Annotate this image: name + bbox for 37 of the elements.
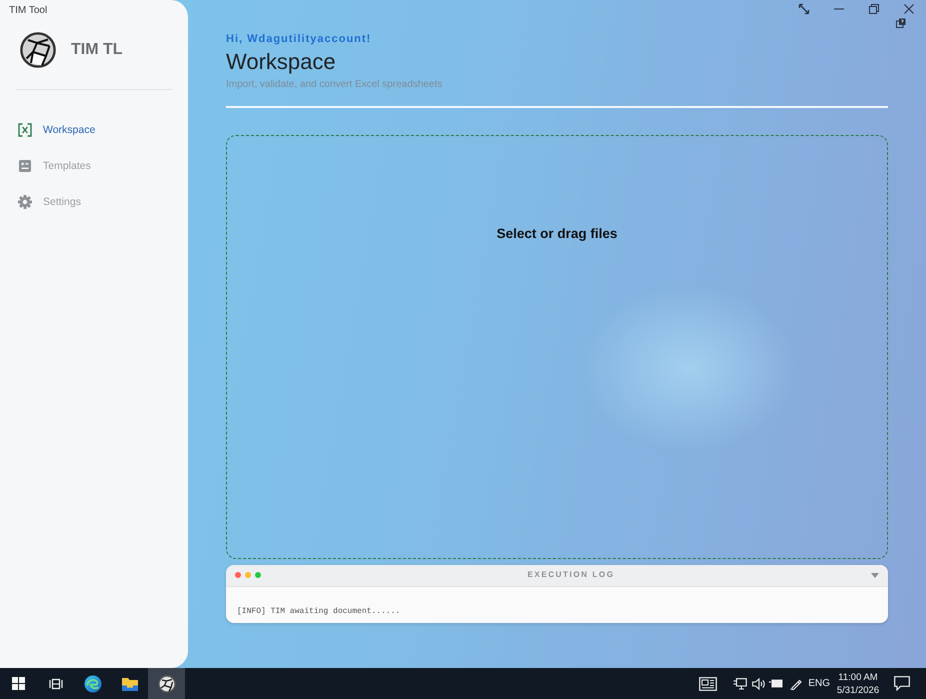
stacked-windows-icon[interactable]: [896, 18, 906, 28]
bracketed-x-icon: [18, 123, 32, 137]
clock-date[interactable]: 5/31/2026: [836, 684, 880, 696]
browser-icon: [84, 674, 102, 692]
window-dot-icon: [235, 572, 241, 578]
sphere-logo-icon: [158, 674, 176, 692]
folder-icon: [120, 676, 138, 692]
sphere-logo-icon: [20, 32, 56, 68]
app-name: TIM TL: [71, 41, 123, 59]
close-icon[interactable]: [904, 4, 914, 14]
window-dot-icon: [255, 572, 261, 578]
page-subtitle: Import, validate, and convert Excel spreadsheets: [226, 78, 442, 91]
minimize-icon[interactable]: [834, 8, 844, 10]
caret-icon[interactable]: [871, 572, 879, 578]
network-monitor-icon[interactable]: [733, 678, 748, 690]
window-dot-icon: [245, 572, 251, 578]
settings-icon: [18, 195, 32, 209]
resize-arrow-icon[interactable]: [798, 3, 810, 15]
log-title: EXECUTION LOG: [527, 570, 615, 580]
greeting-text: Hi, Wdagutilityaccount!: [226, 33, 372, 45]
start-icon: [12, 677, 25, 690]
clock-time[interactable]: 11:00 AM: [838, 670, 878, 684]
page-title: Workspace: [226, 49, 336, 75]
window-title: TIM Tool: [9, 5, 48, 17]
task-view-icon: [48, 678, 62, 690]
log-line: [INFO] TIM awaiting document......: [237, 606, 400, 616]
speaker-icon[interactable]: [752, 678, 766, 690]
restore-icon[interactable]: [868, 4, 878, 14]
pen-icon[interactable]: [790, 678, 802, 690]
file-drop-zone[interactable]: Select or drag files: [226, 134, 888, 558]
nav-item[interactable]: Workspace: [18, 118, 96, 142]
language-indicator[interactable]: ENG: [808, 678, 830, 689]
news-icon[interactable]: [699, 676, 718, 690]
notification-icon[interactable]: [894, 676, 910, 691]
battery-icon[interactable]: [769, 679, 784, 688]
form-icon: [18, 159, 32, 173]
taskbar-app-button[interactable]: [148, 668, 185, 699]
